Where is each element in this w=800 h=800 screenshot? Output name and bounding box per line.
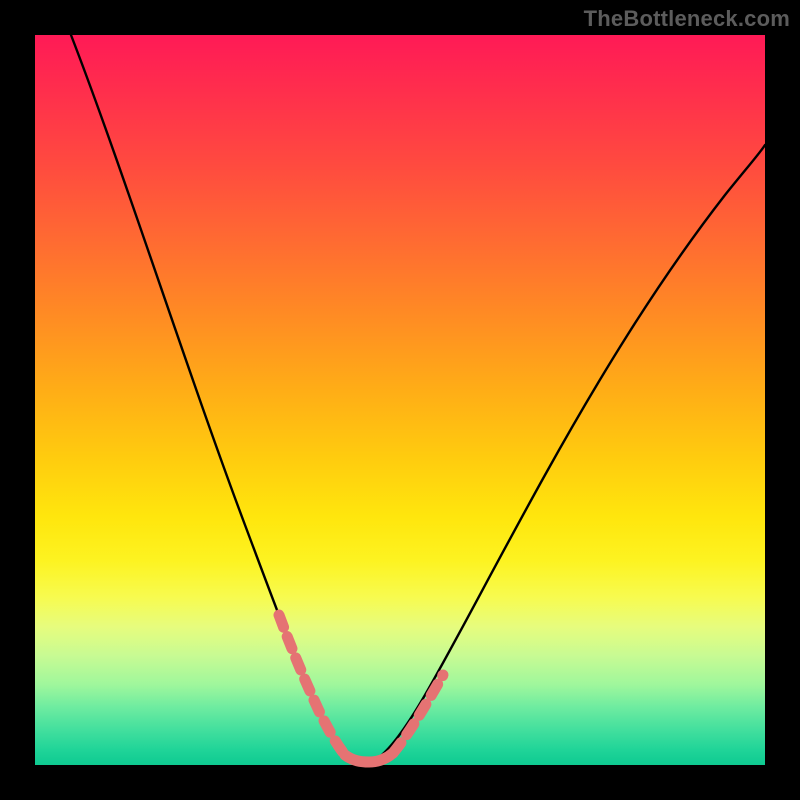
plot-area — [35, 35, 765, 765]
highlight-valley-floor — [345, 753, 393, 762]
highlight-left-segment — [279, 615, 345, 755]
highlight-right-segment — [393, 675, 443, 753]
curve-path — [71, 35, 765, 760]
watermark-text: TheBottleneck.com — [584, 6, 790, 32]
bottleneck-curve — [35, 35, 765, 765]
chart-frame: TheBottleneck.com — [0, 0, 800, 800]
